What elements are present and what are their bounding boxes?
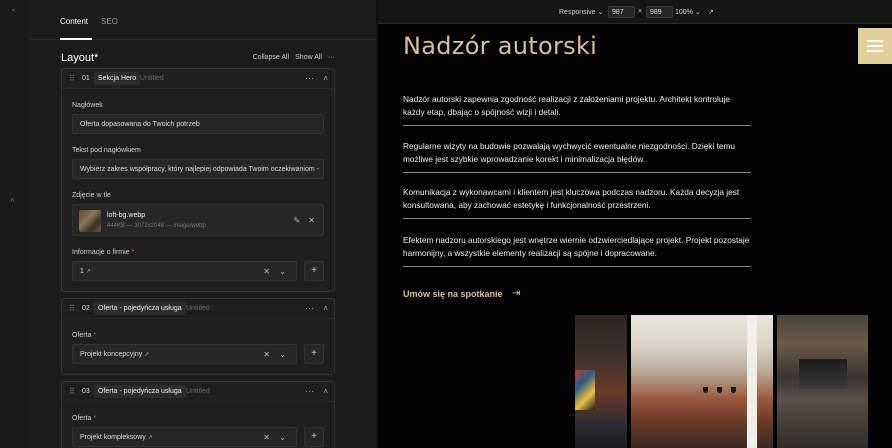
viewport-width-input[interactable]: 987 [608,6,635,18]
image-label: Zdjęcie w tle [72,192,111,199]
chevron-up-icon[interactable]: ˄ [10,196,15,205]
required-mark: * [131,249,135,256]
add-button[interactable]: + [304,261,324,281]
times-sign: × [638,8,643,15]
chevron-down-icon: ⌄ [694,9,701,16]
gallery-image [777,315,868,448]
offer-select[interactable]: Projekt kompleksowy ↗ ✕ ⌄ [72,427,297,447]
chevron-down-icon[interactable]: ⌄ [279,433,286,442]
editor-tabs: Content SEO [30,0,376,40]
layout-more-button[interactable]: ··· [328,54,335,61]
required-mark: * [93,415,97,422]
chevron-up-icon[interactable]: ˄ [323,304,328,313]
preview-toolbar: Responsive ⌄ 987 × 989 100% ⌄ ↗ [378,0,892,24]
preview-paragraph: Nadzór autorski zapewnia zgodność realiz… [403,93,751,126]
company-info-value: 1 [80,268,84,275]
tab-content[interactable]: Content [60,17,88,26]
left-rail: ⌄ ˄ [0,0,30,448]
block-card-offer-1: ⠿ 02 Oferta - pojedyńcza usługa Untitled… [61,298,335,375]
drag-handle-icon[interactable]: ⠿ [69,74,75,83]
company-info-label: Informacje o firmie * [72,249,135,256]
heading-input[interactable]: Oferta dopasowana do Twoich potrzeb [72,114,324,134]
block-type-badge: Oferta - pojedyńcza usługa [94,302,186,315]
clear-icon[interactable]: ✕ [263,267,270,276]
offer-select[interactable]: Projekt koncepcyjny ↗ ✕ ⌄ [72,344,297,364]
block-number: 03 [82,388,90,395]
zoom-select[interactable]: 100% ⌄ [675,8,701,16]
menu-icon[interactable] [858,28,892,64]
add-button[interactable]: + [304,427,324,447]
page-preview: Nadzór autorski Nadzór autorski zapewnia… [378,24,892,448]
block-status: Untitled [186,388,210,395]
chevron-up-icon[interactable]: ˄ [323,74,328,83]
preview-paragraph: Regularne wizyty na budowie pozwalają wy… [403,140,751,173]
block-number: 01 [82,75,90,82]
gallery-image [575,315,627,448]
block-status: Untitled [140,75,164,82]
more-icon[interactable]: ··· [305,386,314,396]
image-thumbnail [79,210,101,232]
chevron-down-icon[interactable]: ⌄ [279,350,286,359]
collapse-all-button[interactable]: Collapse All [253,54,290,61]
image-upload-field[interactable]: loft-bg.webp 444KB — 3072x2048 — image/w… [72,204,324,236]
tab-seo[interactable]: SEO [101,17,118,26]
chevron-down-icon[interactable]: ⌄ [10,4,17,13]
block-status: Untitled [186,305,210,312]
preview-heading: Nadzór autorski [403,32,598,60]
block-header[interactable]: ⠿ 02 Oferta - pojedyńcza usługa Untitled… [62,299,334,319]
required-mark: * [93,332,97,339]
block-card-offer-2: ⠿ 03 Oferta - pojedyńcza usługa Untitled… [61,381,335,448]
viewport-height-input[interactable]: 989 [646,6,673,18]
show-all-button[interactable]: Show All [295,54,322,61]
block-header[interactable]: ⠿ 03 Oferta - pojedyńcza usługa Untitled… [62,382,334,402]
more-icon[interactable]: ··· [305,73,314,83]
clear-icon[interactable]: ✕ [263,350,270,359]
offer-label: Oferta * [72,415,97,422]
login-arrow-icon[interactable]: ⇥ [512,288,520,299]
external-link-icon[interactable]: ↗ [148,435,153,441]
subheading-input[interactable]: Wybierz zakres współpracy, który najlepi… [72,159,324,179]
open-external-icon[interactable]: ↗ [708,8,714,16]
add-button[interactable]: + [304,344,324,364]
edit-icon[interactable]: ✎ [294,216,301,225]
layout-actions: Collapse All Show All ··· [253,54,335,61]
block-number: 02 [82,305,90,312]
chevron-down-icon: ⌄ [597,9,604,16]
block-header[interactable]: ⠿ 01 Sekcja Hero Untitled ··· ˄ [62,69,334,89]
file-meta: 444KB — 3072x2048 — image/webp [107,223,206,229]
drag-handle-icon[interactable]: ⠿ [69,387,75,396]
chevron-up-icon[interactable]: ˄ [323,387,328,396]
block-type-badge: Oferta - pojedyńcza usługa [94,385,186,398]
block-card-hero: ⠿ 01 Sekcja Hero Untitled ··· ˄ Nagłówek… [61,68,335,292]
preview-paragraph: Komunikacja z wykonawcami i klientem jes… [403,186,751,219]
chevron-down-icon[interactable]: ⌄ [279,267,286,276]
device-select[interactable]: Responsive ⌄ [559,8,603,16]
external-link-icon[interactable]: ↗ [86,269,91,275]
offer-value: Projekt kompleksowy [80,434,146,441]
drag-handle-icon[interactable]: ⠿ [69,304,75,313]
layout-title: Layout* [61,52,99,64]
company-info-select[interactable]: 1 ↗ ✕ ⌄ [72,261,297,281]
clear-icon[interactable]: ✕ [263,433,270,442]
cta-link[interactable]: Umów się na spotkanie [403,289,503,299]
gallery-image [631,315,773,448]
close-icon[interactable]: ✕ [308,216,315,225]
offer-label: Oferta * [72,332,97,339]
external-link-icon[interactable]: ↗ [144,352,149,358]
heading-label: Nagłówek [72,102,103,109]
active-tab-indicator [60,38,92,40]
file-name: loft-bg.webp [107,212,146,219]
more-icon[interactable]: ··· [305,303,314,313]
offer-value: Projekt koncepcyjny [80,351,143,358]
block-type-badge: Sekcja Hero [94,72,141,85]
editor-panel: Content SEO Layout* Collapse All Show Al… [30,0,376,448]
preview-paragraph: Efektem nadzoru autorskiego jest wnętrze… [403,234,751,267]
subheading-label: Tekst pod nagłówkiem [72,147,141,154]
